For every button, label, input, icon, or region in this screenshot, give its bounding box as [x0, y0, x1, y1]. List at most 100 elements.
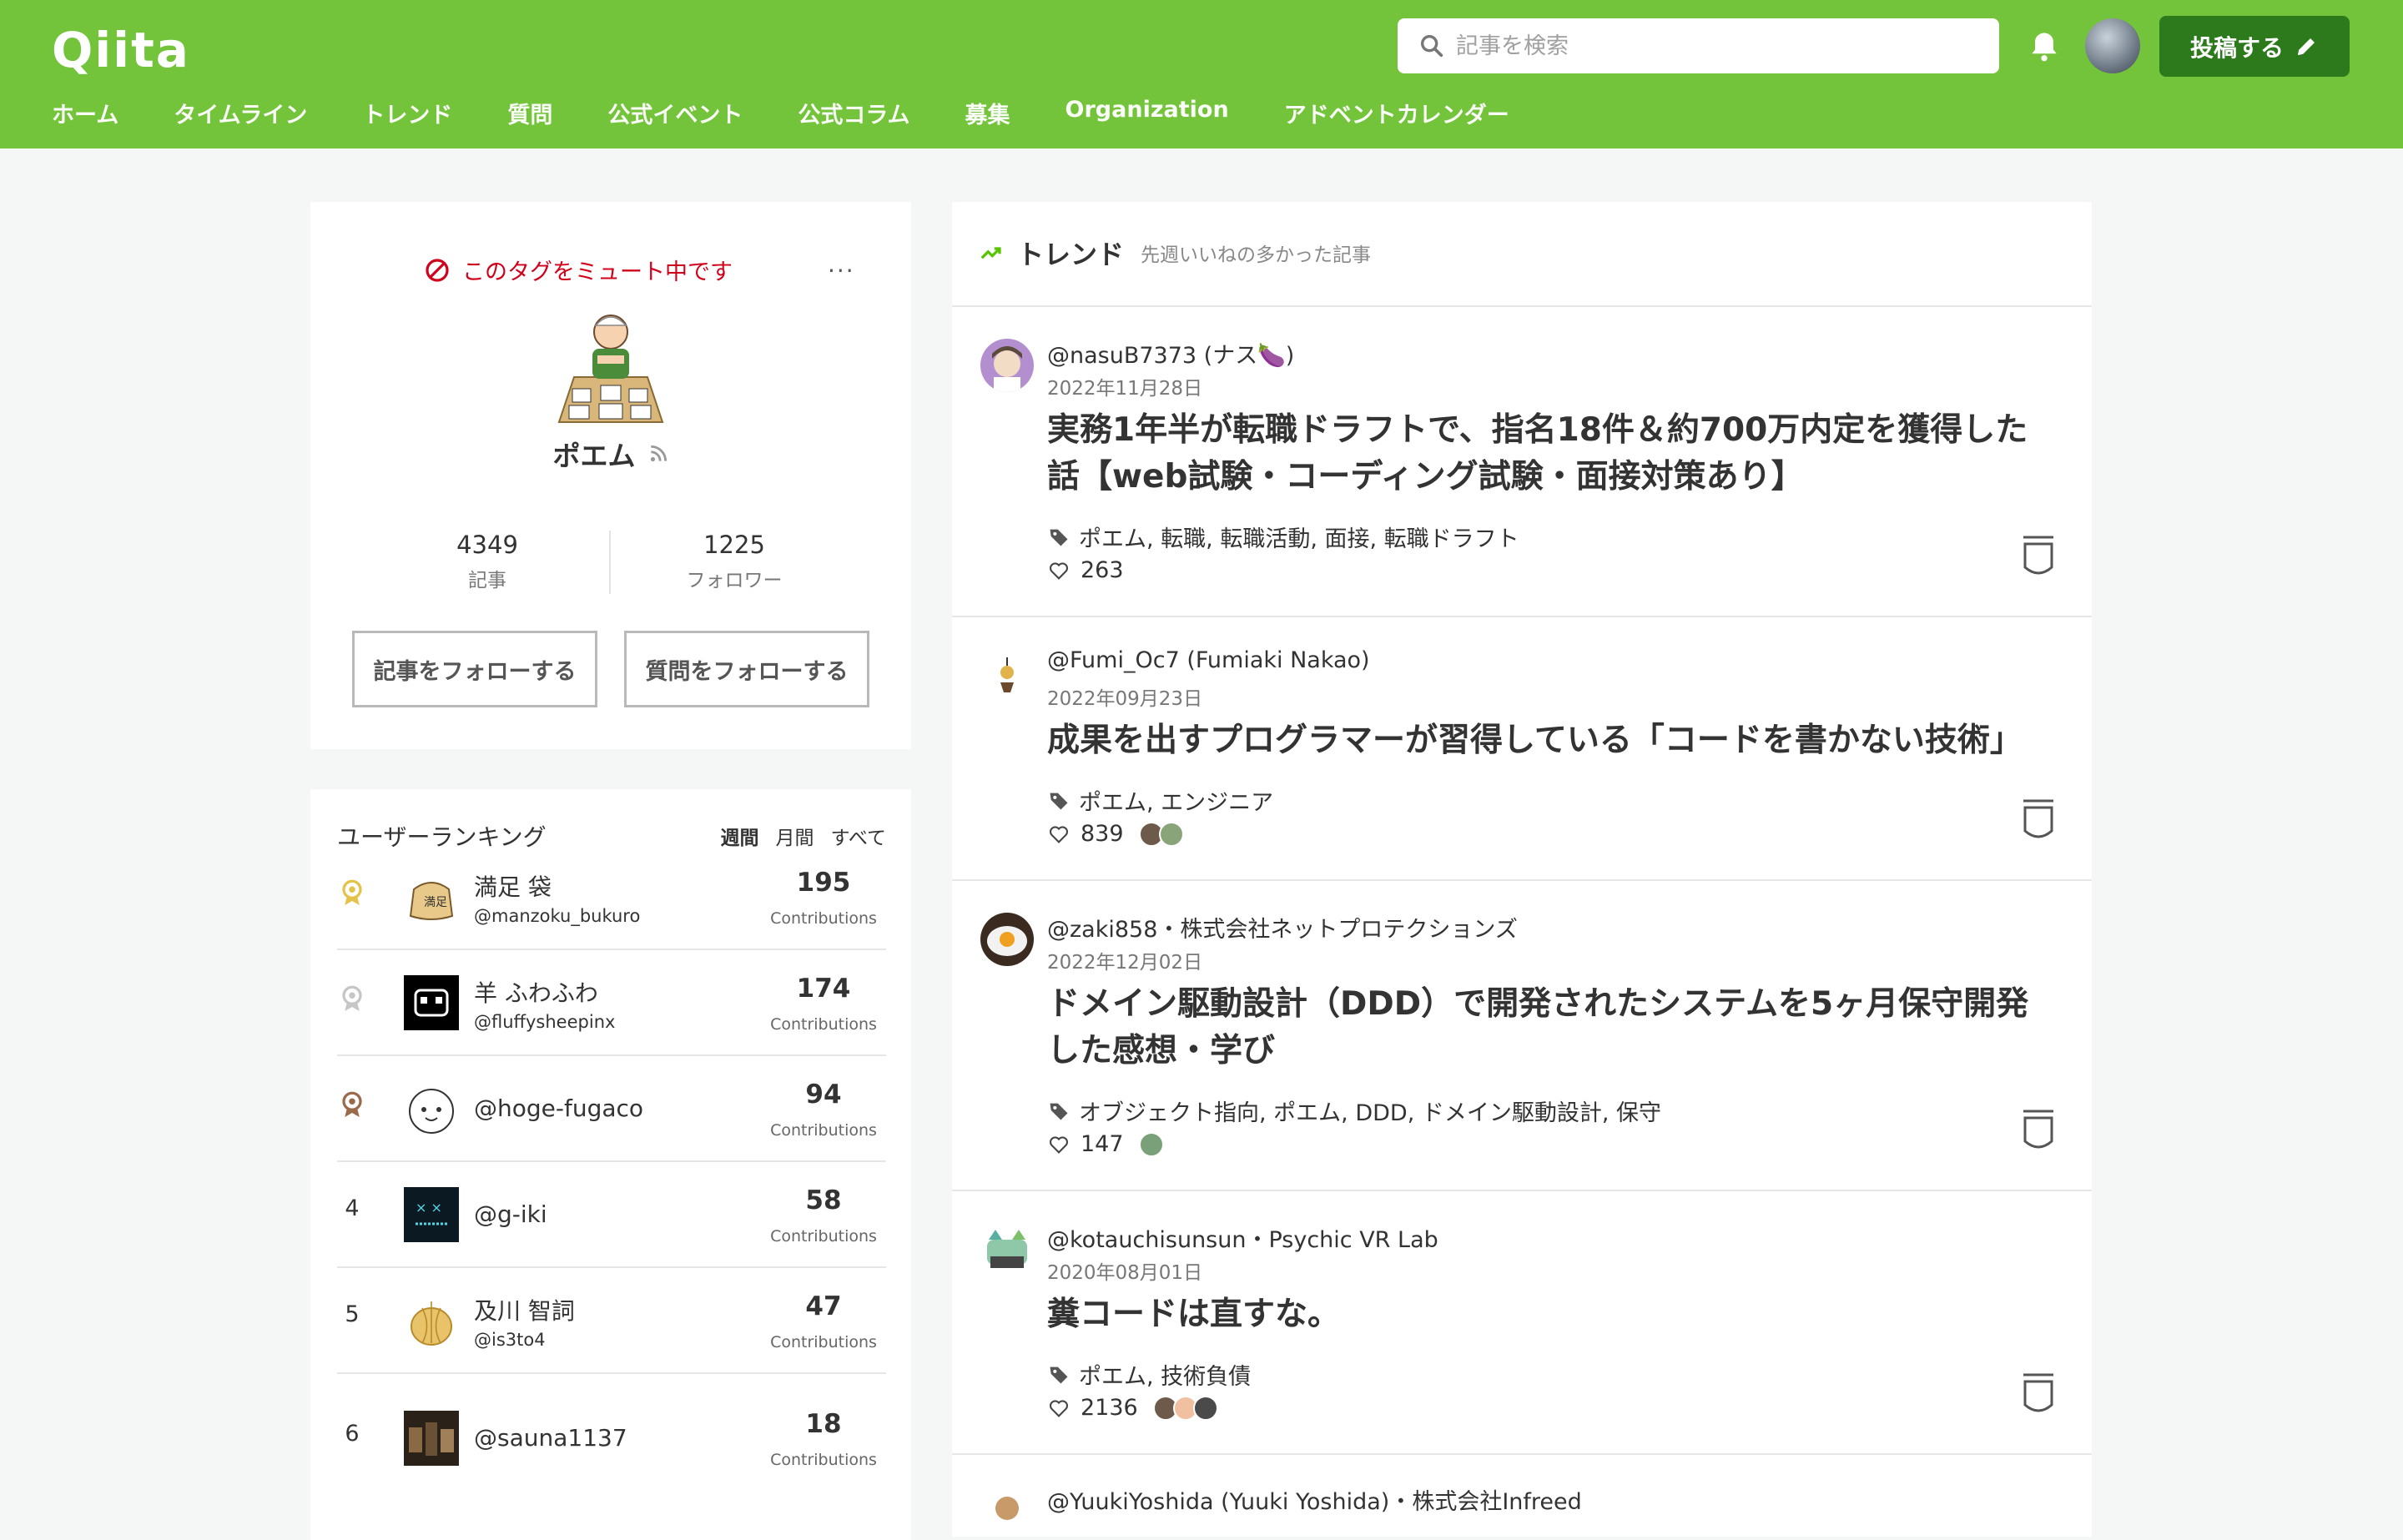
article-item[interactable]: @nasuB7373 (ナス🍆) 2022年11月28日 実務1年半が転職ドラフ… — [952, 307, 2092, 617]
avatar[interactable] — [1158, 821, 1184, 847]
stock-icon[interactable] — [2020, 798, 2057, 841]
avatar[interactable] — [404, 1411, 459, 1466]
user-avatar[interactable] — [2085, 18, 2140, 73]
followers-stat[interactable]: 1225 フォロワー — [642, 531, 826, 592]
ranking-row[interactable]: @hoge-fugaco 94 Contributions — [337, 1056, 886, 1162]
ranking-score: 94 Contributions — [761, 1080, 886, 1140]
avatar[interactable] — [404, 1293, 459, 1348]
nav-advent-calendar[interactable]: アドベントカレンダー — [1284, 97, 1509, 129]
avatar[interactable] — [980, 649, 1034, 702]
search-input[interactable] — [1456, 33, 1973, 59]
qiita-logo[interactable]: Qiita — [52, 22, 190, 78]
ranking-row[interactable]: 6 @sauna1137 18 Contributions — [337, 1374, 886, 1480]
article-title[interactable]: 実務1年半が転職ドラフトで、指名18件＆約700万内定を獲得した話【web試験・… — [1047, 407, 2057, 501]
heart-icon[interactable] — [1047, 1133, 1071, 1156]
article-tag-list[interactable]: オブジェクト指向, ポエム, DDD, ドメイン駆動設計, 保守 — [1079, 1095, 1661, 1127]
nav-timeline[interactable]: タイムライン — [174, 97, 307, 129]
heart-icon[interactable] — [1047, 823, 1071, 846]
article-likes: 147 — [1047, 1131, 1164, 1157]
ranking-row[interactable]: 5 及川 智詞 @is3to4 47 Contributions — [337, 1268, 886, 1374]
stock-icon[interactable] — [2020, 534, 2057, 577]
more-options-button[interactable]: ··· — [828, 257, 855, 284]
follow-questions-button[interactable]: 質問をフォローする — [624, 631, 869, 707]
silver-medal-icon — [337, 984, 367, 1019]
article-item[interactable]: @zaki858・株式会社ネットプロテクションズ 2022年12月02日 ドメイ… — [952, 881, 2092, 1191]
search-box[interactable] — [1398, 18, 1999, 73]
avatar[interactable] — [980, 1223, 1034, 1276]
articles-stat[interactable]: 4349 記事 — [395, 531, 579, 592]
avatar[interactable]: 満足 — [404, 869, 459, 924]
article-author[interactable]: @YuukiYoshida (Yuuki Yoshida)・株式会社Infree… — [1047, 1483, 1582, 1516]
article-tag-list[interactable]: ポエム, エンジニア — [1079, 784, 1273, 817]
nav-trend[interactable]: トレンド — [362, 97, 452, 129]
rank-number: 6 — [345, 1421, 360, 1447]
avatar[interactable] — [404, 975, 459, 1030]
liker-avatars — [1138, 821, 1184, 847]
nav-organization[interactable]: Organization — [1065, 97, 1229, 129]
tag-icon — [1050, 1103, 1068, 1120]
heart-icon[interactable] — [1047, 1397, 1071, 1420]
post-button[interactable]: 投稿する — [2159, 16, 2350, 77]
mute-status[interactable]: このタグをミュート中です — [424, 254, 733, 286]
stat-divider — [609, 531, 611, 594]
nav-questions[interactable]: 質問 — [507, 97, 552, 129]
followers-count: 1225 — [703, 531, 765, 559]
global-header: Qiita 投稿する ホーム タイムライン トレンド 質問 公式イベント 公式コ… — [0, 0, 2403, 148]
avatar[interactable] — [1192, 1395, 1218, 1421]
tag-info-card: このタグをミュート中です ··· ポエム 4349 記事 1225 フォロワー … — [310, 202, 911, 749]
contribution-count: 195 — [796, 868, 851, 898]
articles-count: 4349 — [456, 531, 518, 559]
contribution-count: 174 — [796, 974, 851, 1004]
article-author[interactable]: @kotauchisunsun・Psychic VR Lab — [1047, 1221, 1438, 1254]
article-title[interactable]: 成果を出すプログラマーが習得している「コードを書かない技術」 — [1047, 717, 2057, 764]
followers-label: フォロワー — [686, 570, 783, 591]
notification-bell-icon[interactable] — [2026, 28, 2063, 65]
avatar[interactable] — [980, 339, 1034, 392]
article-author[interactable]: @nasuB7373 (ナス🍆) — [1047, 337, 1294, 370]
avatar[interactable] — [980, 913, 1034, 966]
ranking-score: 58 Contributions — [761, 1185, 886, 1246]
tag-name: ポエム — [552, 440, 636, 472]
ranking-row[interactable]: 4 × × @g-iki 58 Contributions — [337, 1162, 886, 1268]
ranking-row[interactable]: 満足 満足 袋 @manzoku_bukuro 195 Contribution… — [337, 844, 886, 950]
contributions-label: Contributions — [770, 1015, 877, 1034]
bronze-medal-icon — [337, 1090, 367, 1125]
follow-articles-button[interactable]: 記事をフォローする — [352, 631, 597, 707]
gold-medal-icon — [337, 878, 367, 913]
avatar[interactable] — [1138, 1131, 1164, 1157]
article-author[interactable]: @zaki858・株式会社ネットプロテクションズ — [1047, 911, 1518, 944]
article-tag-list[interactable]: ポエム, 転職, 転職活動, 面接, 転職ドラフト — [1079, 521, 1519, 553]
article-title[interactable]: ドメイン駆動設計（DDD）で開発されたシステムを5ヶ月保守開発した感想・学び — [1047, 981, 2057, 1074]
avatar[interactable]: × × — [404, 1187, 459, 1242]
ranking-row[interactable]: 羊 ふわふわ @fluffysheepinx 174 Contributions — [337, 950, 886, 1056]
contributions-label: Contributions — [770, 1451, 877, 1469]
article-author[interactable]: @Fumi_Oc7 (Fumiaki Nakao) — [1047, 647, 1370, 673]
article-item[interactable]: @Fumi_Oc7 (Fumiaki Nakao) 2022年09月23日 成果… — [952, 617, 2092, 881]
article-date: 2020年08月01日 — [1047, 1262, 1203, 1284]
ranking-user-name: @g-iki — [474, 1200, 547, 1228]
nav-official-columns[interactable]: 公式コラム — [798, 97, 909, 129]
nav-official-events[interactable]: 公式イベント — [607, 97, 743, 129]
article-item[interactable]: @kotauchisunsun・Psychic VR Lab 2020年08月0… — [952, 1191, 2092, 1455]
ranking-user-id: @is3to4 — [474, 1330, 546, 1350]
avatar[interactable] — [404, 1081, 459, 1136]
articles-label: 記事 — [468, 570, 506, 591]
contribution-count: 58 — [805, 1185, 842, 1215]
contributions-label: Contributions — [770, 1121, 877, 1140]
post-button-label: 投稿する — [2189, 33, 2284, 62]
svg-text:満足: 満足 — [424, 896, 447, 909]
article-likes: 839 — [1047, 821, 1184, 847]
rss-icon[interactable] — [647, 443, 669, 465]
avatar[interactable] — [980, 1483, 1034, 1537]
nav-home[interactable]: ホーム — [52, 97, 118, 129]
contributions-label: Contributions — [770, 1227, 877, 1246]
heart-icon[interactable] — [1047, 559, 1071, 582]
stock-icon[interactable] — [2020, 1108, 2057, 1151]
stock-icon[interactable] — [2020, 1371, 2057, 1415]
article-item[interactable]: @YuukiYoshida (Yuuki Yoshida)・株式会社Infree… — [952, 1455, 2092, 1537]
article-tags: ポエム, 転職, 転職活動, 面接, 転職ドラフト — [1047, 521, 1519, 553]
article-tag-list[interactable]: ポエム, 技術負債 — [1079, 1358, 1251, 1391]
tag-title: ポエム — [310, 434, 911, 474]
nav-recruitment[interactable]: 募集 — [965, 97, 1010, 129]
article-title[interactable]: 糞コードは直すな。 — [1047, 1291, 2057, 1338]
